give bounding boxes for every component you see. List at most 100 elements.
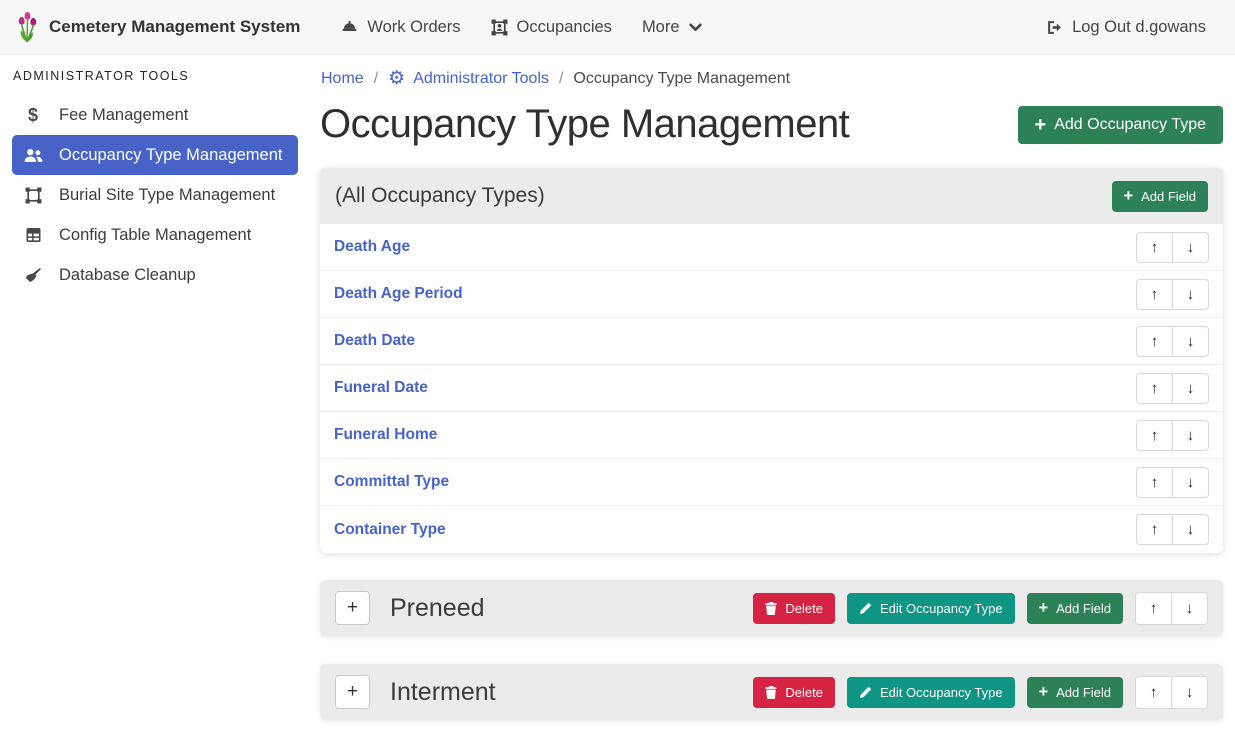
- broom-icon: [22, 267, 44, 284]
- expand-button[interactable]: +: [335, 675, 370, 709]
- move-down-button[interactable]: ↓: [1172, 279, 1209, 310]
- app-brand[interactable]: Cemetery Management System: [14, 12, 300, 43]
- field-link-death-age-period[interactable]: Death Age Period: [334, 285, 463, 303]
- breadcrumb-separator: /: [559, 70, 563, 88]
- move-up-button[interactable]: ↑: [1136, 279, 1173, 310]
- breadcrumb-separator: /: [374, 70, 378, 88]
- move-up-button[interactable]: ↑: [1136, 232, 1173, 263]
- all-occupancy-types-header: (All Occupancy Types) + Add Field: [320, 168, 1223, 224]
- sidebar-item-label: Config Table Management: [59, 226, 251, 245]
- nav-more-label: More: [642, 18, 680, 37]
- table-icon: [22, 227, 44, 243]
- move-down-button[interactable]: ↓: [1172, 467, 1209, 498]
- delete-button[interactable]: Delete: [753, 677, 835, 708]
- move-up-button[interactable]: ↑: [1135, 676, 1172, 709]
- field-row: Death Age ↑ ↓: [320, 224, 1223, 271]
- edit-occupancy-type-label: Edit Occupancy Type: [880, 685, 1003, 700]
- users-icon: [22, 148, 44, 163]
- delete-button[interactable]: Delete: [753, 593, 835, 624]
- sidebar-heading: ADMINISTRATOR TOOLS: [0, 59, 310, 95]
- move-down-button[interactable]: ↓: [1171, 592, 1208, 625]
- edit-occupancy-type-button[interactable]: Edit Occupancy Type: [847, 593, 1015, 624]
- plus-icon: +: [1035, 117, 1047, 133]
- edit-occupancy-type-label: Edit Occupancy Type: [880, 601, 1003, 616]
- move-down-button[interactable]: ↓: [1172, 514, 1209, 545]
- pencil-icon: [859, 686, 872, 699]
- sidebar-item-label: Fee Management: [59, 106, 188, 125]
- tulip-logo-icon: [14, 12, 40, 43]
- field-row: Funeral Home ↑ ↓: [320, 412, 1223, 459]
- nav-more[interactable]: More: [627, 10, 717, 45]
- sidebar-item-fee-management[interactable]: $ Fee Management: [12, 95, 298, 135]
- move-down-button[interactable]: ↓: [1172, 420, 1209, 451]
- sidebar-item-burial-site-type-management[interactable]: Burial Site Type Management: [12, 175, 298, 215]
- breadcrumb-admin-tools-link[interactable]: ⚙ Administrator Tools: [388, 69, 549, 88]
- plus-icon: +: [1039, 602, 1049, 615]
- add-field-button[interactable]: + Add Field: [1027, 677, 1123, 708]
- move-down-button[interactable]: ↓: [1172, 232, 1209, 263]
- sidebar-item-label: Database Cleanup: [59, 266, 196, 285]
- trash-icon: [765, 602, 777, 615]
- chevron-down-icon: [689, 23, 702, 32]
- field-link-funeral-date[interactable]: Funeral Date: [334, 379, 428, 397]
- move-down-button[interactable]: ↓: [1171, 676, 1208, 709]
- field-row: Death Date ↑ ↓: [320, 318, 1223, 365]
- field-row: Container Type ↑ ↓: [320, 506, 1223, 553]
- add-field-button[interactable]: + Add Field: [1112, 181, 1208, 212]
- top-navbar: Cemetery Management System Work Orders O…: [0, 0, 1235, 55]
- delete-label: Delete: [785, 601, 823, 616]
- page-title: Occupancy Type Management: [320, 102, 849, 147]
- move-up-button[interactable]: ↑: [1135, 592, 1172, 625]
- field-link-death-date[interactable]: Death Date: [334, 332, 415, 350]
- move-down-button[interactable]: ↓: [1172, 326, 1209, 357]
- logout-button[interactable]: Log Out d.gowans: [1031, 10, 1221, 45]
- nav-occupancies[interactable]: Occupancies: [476, 10, 627, 45]
- delete-label: Delete: [785, 685, 823, 700]
- reorder-controls: ↑ ↓: [1136, 514, 1209, 545]
- add-occupancy-type-label: Add Occupancy Type: [1054, 116, 1206, 134]
- move-up-button[interactable]: ↑: [1136, 514, 1173, 545]
- nav-work-orders[interactable]: Work Orders: [326, 10, 475, 45]
- field-link-death-age[interactable]: Death Age: [334, 238, 410, 256]
- add-field-button[interactable]: + Add Field: [1027, 593, 1123, 624]
- sidebar-item-label: Burial Site Type Management: [59, 186, 275, 205]
- section-title: Preneed: [390, 594, 485, 623]
- nav-work-orders-label: Work Orders: [367, 18, 460, 37]
- sidebar-item-config-table-management[interactable]: Config Table Management: [12, 215, 298, 255]
- edit-occupancy-type-button[interactable]: Edit Occupancy Type: [847, 677, 1015, 708]
- reorder-controls: ↑ ↓: [1136, 232, 1209, 263]
- card-title: (All Occupancy Types): [335, 184, 545, 208]
- app-title: Cemetery Management System: [49, 17, 300, 37]
- add-occupancy-type-button[interactable]: + Add Occupancy Type: [1018, 106, 1223, 144]
- sidebar: ADMINISTRATOR TOOLS $ Fee Management Occ…: [0, 55, 310, 295]
- vector-square-icon: [22, 187, 44, 204]
- field-link-container-type[interactable]: Container Type: [334, 521, 446, 539]
- field-row: Death Age Period ↑ ↓: [320, 271, 1223, 318]
- occupancy-section-interment: + Interment Delete Edit Occupancy Type +…: [320, 664, 1223, 720]
- pencil-icon: [859, 602, 872, 615]
- sidebar-item-database-cleanup[interactable]: Database Cleanup: [12, 255, 298, 295]
- occupancy-section-preneed: + Preneed Delete Edit Occupancy Type + A…: [320, 580, 1223, 636]
- move-up-button[interactable]: ↑: [1136, 326, 1173, 357]
- move-down-button[interactable]: ↓: [1172, 373, 1209, 404]
- sidebar-item-occupancy-type-management[interactable]: Occupancy Type Management: [12, 135, 298, 175]
- reorder-controls: ↑ ↓: [1135, 592, 1208, 625]
- add-field-label: Add Field: [1141, 189, 1196, 204]
- expand-button[interactable]: +: [335, 591, 370, 625]
- field-link-committal-type[interactable]: Committal Type: [334, 473, 449, 491]
- move-up-button[interactable]: ↑: [1136, 467, 1173, 498]
- move-up-button[interactable]: ↑: [1136, 373, 1173, 404]
- plus-icon: +: [1039, 686, 1049, 699]
- breadcrumb: Home / ⚙ Administrator Tools / Occupancy…: [320, 65, 1223, 88]
- section-title: Interment: [390, 678, 496, 707]
- trash-icon: [765, 686, 777, 699]
- move-up-button[interactable]: ↑: [1136, 420, 1173, 451]
- field-row: Committal Type ↑ ↓: [320, 459, 1223, 506]
- field-link-funeral-home[interactable]: Funeral Home: [334, 426, 437, 444]
- reorder-controls: ↑ ↓: [1135, 676, 1208, 709]
- breadcrumb-current: Occupancy Type Management: [573, 70, 790, 88]
- breadcrumb-home-link[interactable]: Home: [321, 70, 364, 88]
- sign-out-icon: [1046, 19, 1063, 36]
- reorder-controls: ↑ ↓: [1136, 420, 1209, 451]
- reorder-controls: ↑ ↓: [1136, 326, 1209, 357]
